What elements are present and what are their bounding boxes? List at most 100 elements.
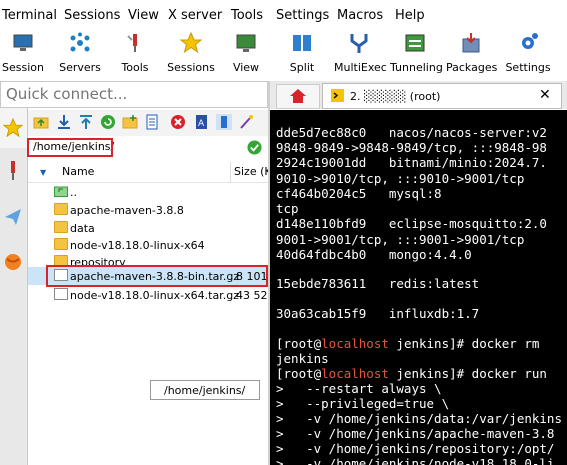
send-icon (5, 209, 21, 225)
terminal-line: 15ebde783611 redis:latest (276, 276, 480, 291)
column-name[interactable]: Name (62, 165, 94, 178)
home-tab[interactable] (276, 84, 320, 109)
folder-icon (54, 221, 68, 233)
menu-settings[interactable]: Settings (276, 8, 329, 23)
terminal-tab-bar: 2. ░░░░░ (root) ✕ (270, 81, 567, 109)
quick-connect-input[interactable] (1, 82, 266, 106)
terminal-output[interactable]: dde5d7ec88c0 nacos/nacos-server:v2 9848-… (270, 110, 567, 465)
settings-button[interactable]: Settings (504, 30, 552, 78)
menu-xserver[interactable]: X server (168, 8, 222, 23)
menu-help[interactable]: Help (395, 8, 425, 23)
menu-view[interactable]: View (128, 8, 159, 23)
sessions-button[interactable]: Sessions (166, 30, 216, 78)
main-toolbar: Session Servers Tools Sessions View Spli… (0, 30, 567, 80)
terminal-line: 9848-9849->9848-9849/tcp, :::9848-98 (276, 140, 547, 155)
menu-macros[interactable]: Macros (337, 8, 383, 23)
folder-up-icon[interactable] (33, 114, 49, 130)
session-button[interactable]: Session (0, 30, 46, 78)
list-item[interactable]: data (28, 220, 268, 237)
terminal-prompt-line: [root@localhost jenkins]# docker rm (276, 336, 540, 351)
sessions-side-tab[interactable] (0, 108, 27, 148)
home-icon (290, 89, 306, 103)
download-icon[interactable] (56, 114, 72, 130)
file-highlight-box (46, 265, 268, 287)
list-item[interactable]: node-v18.18.0-linux-x64.tar.gz 43 52 (28, 287, 268, 304)
gear-icon (522, 33, 538, 49)
terminal-line: tcp (276, 201, 299, 216)
terminal-line: cf464b0204c5 mysql:8 (276, 186, 442, 201)
upload-icon[interactable] (78, 114, 94, 130)
split-button[interactable]: Split (284, 30, 320, 78)
terminal-prompt-line: [root@localhost jenkins]# docker run (276, 366, 547, 381)
bookmark-icon[interactable] (216, 114, 232, 130)
servers-button[interactable]: Servers (54, 30, 106, 78)
side-tab-bar (0, 108, 28, 465)
multiexec-button[interactable]: MultiExec (334, 30, 387, 78)
terminal-line: > --privileged=true \ (276, 396, 450, 411)
parent-folder-icon (54, 186, 68, 197)
column-size[interactable]: Size (K (234, 165, 272, 178)
menu-sessions[interactable]: Sessions (64, 8, 120, 23)
file-list-header: ▼ Name Size (K (28, 162, 272, 183)
delete-icon[interactable] (170, 114, 186, 130)
list-item[interactable]: apache-maven-3.8.8 (28, 202, 268, 219)
list-item[interactable]: node-v18.18.0-linux-x64 (28, 237, 268, 254)
column-divider[interactable] (230, 162, 231, 182)
path-highlight-box (27, 138, 113, 157)
star-icon (180, 32, 202, 54)
menu-tools[interactable]: Tools (231, 8, 263, 23)
prompt-host: localhost (321, 366, 389, 381)
folder-icon (54, 203, 68, 215)
path-tooltip: /home/jenkins/ (150, 380, 260, 400)
packages-button[interactable]: Packages (446, 30, 497, 78)
terminal-line: dde5d7ec88c0 nacos/nacos-server:v2 (276, 125, 547, 140)
refresh-icon[interactable] (100, 114, 116, 130)
collapse-chevron-icon[interactable]: ▼ (40, 168, 46, 177)
list-item[interactable]: .. (28, 184, 268, 201)
view-icon (236, 34, 256, 52)
terminal-line: > -v /home/jenkins/repository:/opt/ (276, 441, 555, 456)
sftp-side-tab[interactable] (0, 242, 27, 282)
terminal-line: > -v /home/jenkins/apache-maven-3.8 (276, 426, 555, 441)
terminal-line: > --restart always \ (276, 381, 442, 396)
folder-icon (54, 238, 68, 250)
terminal-line: jenkins (276, 351, 329, 366)
menu-terminal[interactable]: Terminal (2, 8, 57, 23)
terminal-line: 30a63cab15f9 influxdb:1.7 (276, 306, 480, 321)
tools-button[interactable]: Tools (114, 30, 156, 78)
packages-icon (462, 33, 480, 53)
path-ok-icon[interactable] (247, 140, 262, 155)
tools-side-tab[interactable] (0, 152, 27, 192)
split-icon (293, 35, 311, 51)
terminal-line: > -v /home/jenkins/node-v18.18.0-li (276, 456, 555, 465)
menu-bar: Terminal Sessions View X server Tools Se… (0, 0, 567, 30)
terminal-tab-icon (331, 89, 344, 102)
terminal-line: 2924c19001dd bitnami/minio:2024.7. (276, 155, 547, 170)
file-toolbar: A (28, 110, 268, 136)
archive-file-icon (54, 288, 68, 300)
servers-icon (70, 32, 90, 52)
quick-connect-box (0, 81, 268, 108)
tools-icon (127, 34, 137, 52)
text-file-icon[interactable]: A (194, 114, 210, 130)
tunneling-button[interactable]: Tunneling (390, 30, 443, 78)
terminal-line: d148e110bfd9 eclipse-mosquitto:2.0 (276, 216, 547, 231)
terminal-line: 40d64fdbc4b0 mongo:4.4.0 (276, 247, 472, 262)
terminal-line: 9001->9001/tcp, :::9001->9001/tcp (276, 232, 525, 247)
star-icon (3, 118, 23, 138)
new-folder-icon[interactable] (122, 114, 138, 130)
terminal-tab-active[interactable]: 2. ░░░░░ (root) ✕ (322, 83, 562, 109)
globe-icon (5, 254, 21, 270)
terminal-line: > -v /home/jenkins/data:/var/jenkins (276, 411, 562, 426)
view-button[interactable]: View (226, 30, 266, 78)
new-file-icon[interactable] (144, 114, 160, 130)
terminal-line: 9010->9010/tcp, :::9010->9001/tcp (276, 171, 525, 186)
tunneling-icon (405, 34, 425, 52)
monitor-icon (13, 34, 33, 51)
macros-side-tab[interactable] (0, 198, 27, 238)
magic-wand-icon[interactable] (238, 114, 254, 130)
prompt-host: localhost (321, 336, 389, 351)
close-tab-icon[interactable]: ✕ (539, 87, 551, 103)
svg-text:A: A (198, 119, 205, 129)
tools-icon (11, 161, 15, 180)
